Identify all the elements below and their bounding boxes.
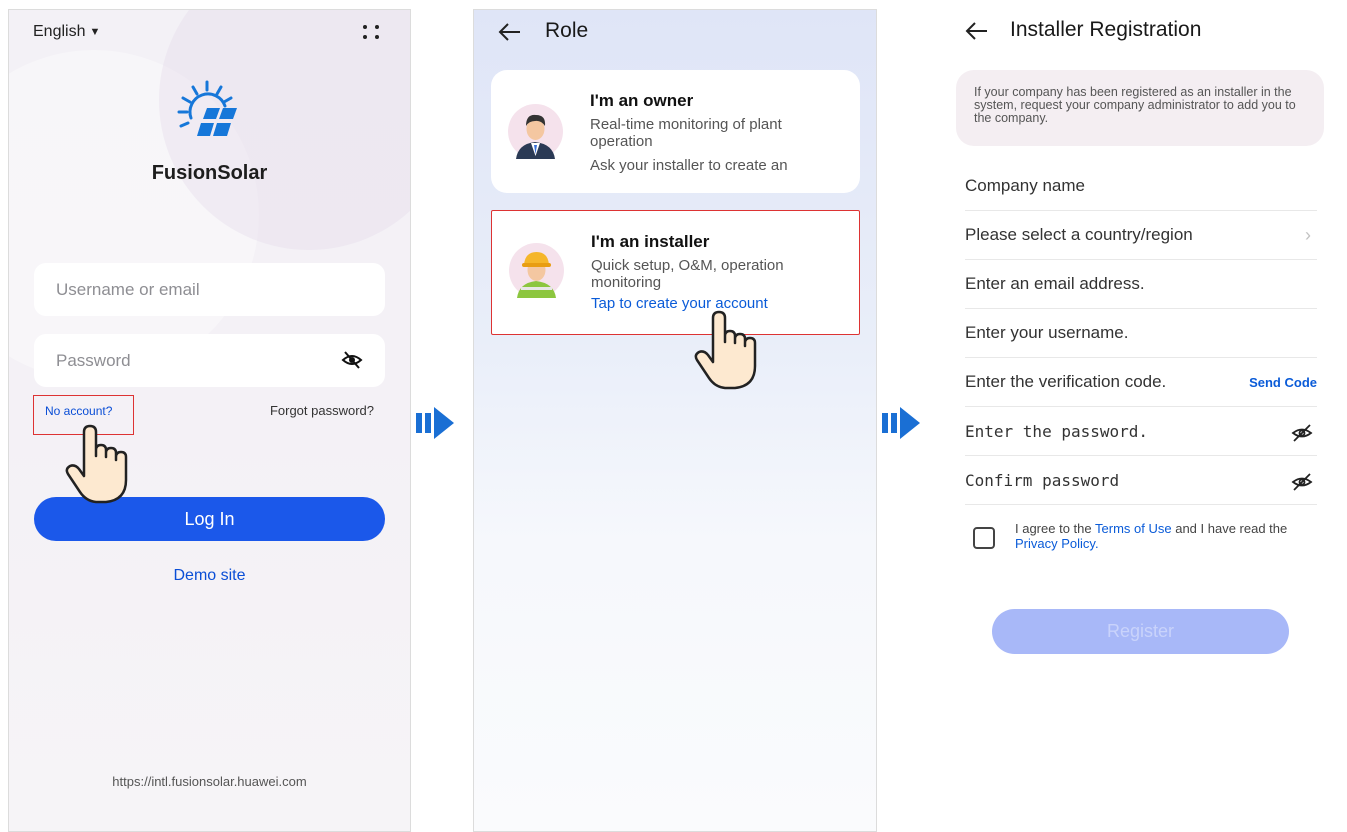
- password-placeholder: Password: [56, 350, 131, 370]
- verification-placeholder: Enter the verification code.: [965, 372, 1167, 391]
- chevron-right-icon: ›: [1305, 225, 1311, 245]
- no-account-label: No account?: [45, 404, 113, 418]
- registration-screen: Installer Registration If your company h…: [941, 9, 1341, 832]
- owner-card-subtext: Ask your installer to create an: [590, 157, 788, 174]
- eye-off-icon[interactable]: [1291, 472, 1313, 492]
- confirm-password-field[interactable]: Confirm password: [965, 456, 1317, 505]
- top-bar: Installer Registration: [941, 9, 1341, 55]
- owner-avatar: [508, 104, 563, 159]
- hand-pointer-icon: [694, 310, 757, 390]
- language-selector[interactable]: English ▼: [33, 23, 100, 41]
- username-field[interactable]: Enter your username.: [965, 309, 1317, 358]
- registration-notice: If your company has been registered as a…: [956, 70, 1324, 146]
- verification-code-field[interactable]: Enter the verification code. Send Code: [965, 358, 1317, 407]
- country-region-selector[interactable]: Please select a country/region ›: [965, 211, 1317, 260]
- installer-avatar: [509, 243, 564, 298]
- flow-arrow-icon: [416, 407, 454, 439]
- demo-site-link[interactable]: Demo site: [9, 567, 410, 585]
- installer-card-description: Quick setup, O&M, operation monitoring: [591, 257, 784, 291]
- eye-off-icon[interactable]: [1291, 423, 1313, 443]
- installer-card-title: I'm an installer: [591, 232, 710, 251]
- top-bar: Role: [474, 10, 876, 56]
- password-input[interactable]: Password: [34, 334, 385, 387]
- forgot-password-link[interactable]: Forgot password?: [270, 403, 374, 418]
- more-dots-icon[interactable]: [359, 22, 383, 42]
- country-placeholder: Please select a country/region: [965, 225, 1193, 244]
- email-placeholder: Enter an email address.: [965, 274, 1145, 293]
- login-screen: English ▼ FusionSolar Username or email …: [8, 9, 411, 832]
- agree-checkbox[interactable]: [973, 527, 995, 549]
- email-field[interactable]: Enter an email address.: [965, 260, 1317, 309]
- page-title: Role: [545, 19, 589, 42]
- eye-off-icon[interactable]: [341, 350, 363, 370]
- role-screen: Role I'm an owner Real-time monitoring o…: [473, 9, 877, 832]
- username-placeholder: Enter your username.: [965, 323, 1129, 342]
- app-brand-name: FusionSolar: [151, 162, 268, 184]
- send-code-button[interactable]: Send Code: [1249, 375, 1317, 390]
- agree-middle: and I have read the: [1175, 521, 1288, 536]
- password-field[interactable]: Enter the password.: [965, 407, 1317, 456]
- server-url: https://intl.fusionsolar.huawei.com: [112, 774, 307, 789]
- company-name-placeholder: Company name: [965, 176, 1086, 195]
- owner-role-card[interactable]: I'm an owner Real-time monitoring of pla…: [491, 70, 860, 193]
- language-label: English: [33, 23, 86, 40]
- hand-pointer-icon: [65, 424, 128, 504]
- terms-of-use-link[interactable]: Terms of Use: [1095, 521, 1172, 536]
- installer-role-card[interactable]: I'm an installer Quick setup, O&M, opera…: [491, 210, 860, 335]
- page-title: Installer Registration: [1010, 18, 1202, 41]
- fusionsolar-logo: [177, 80, 237, 136]
- password-placeholder: Enter the password.: [965, 421, 1149, 441]
- agree-prefix: I agree to the: [1015, 521, 1092, 536]
- register-button[interactable]: Register: [992, 609, 1289, 654]
- confirm-password-placeholder: Confirm password: [965, 470, 1120, 490]
- owner-card-title: I'm an owner: [590, 91, 694, 110]
- owner-card-description: Real-time monitoring of plant operation: [590, 116, 782, 150]
- back-arrow-icon[interactable]: [498, 21, 522, 43]
- username-placeholder: Username or email: [56, 279, 200, 299]
- caret-down-icon: ▼: [89, 26, 101, 38]
- username-input[interactable]: Username or email: [34, 263, 385, 316]
- agreement-text: I agree to the Terms of Use and I have r…: [1015, 521, 1315, 551]
- company-name-field[interactable]: Company name: [965, 162, 1317, 211]
- privacy-policy-link[interactable]: Privacy Policy.: [1015, 536, 1099, 551]
- back-arrow-icon[interactable]: [965, 20, 989, 42]
- flow-arrow-icon: [882, 407, 920, 439]
